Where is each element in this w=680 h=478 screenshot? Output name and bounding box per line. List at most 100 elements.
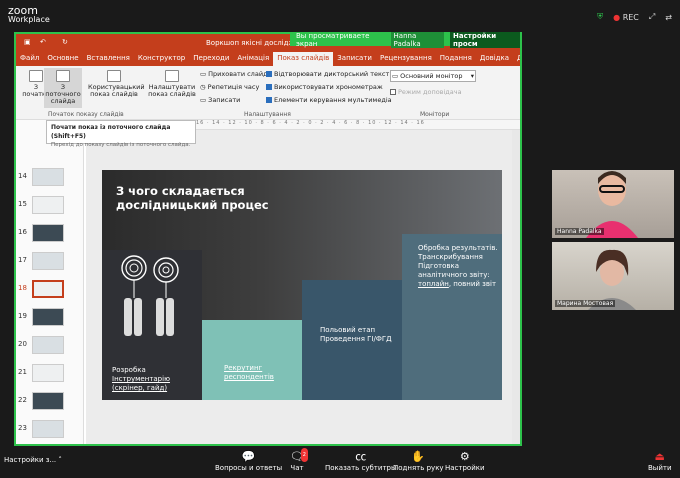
participant-strip: Hanna Padalka Марина Мостовая	[552, 170, 674, 310]
slide-number: 17	[18, 256, 27, 264]
slide-title: З чого складається дослідницький процес	[116, 184, 269, 212]
ribbon: З початку З поточного слайда Користуваць…	[16, 66, 520, 120]
step-4-block: Обробка результатів. Транскрибування Під…	[402, 234, 502, 400]
slide-thumbnail[interactable]	[32, 252, 64, 270]
leave-button[interactable]: ⏏ Выйти	[648, 450, 672, 472]
redo-icon[interactable]: ↻	[62, 38, 68, 46]
custom-show-button[interactable]: Користувацький показ слайдів	[88, 70, 145, 98]
ribbon-tabs: Файл Основне Вставлення Конструктор Переходи…	[16, 52, 520, 66]
slide-number: 14	[18, 172, 27, 180]
slide-number: 20	[18, 340, 27, 348]
ribbon-tab[interactable]: Анімація	[233, 52, 273, 66]
fullscreen-icon[interactable]: ⤢	[649, 12, 655, 22]
group-label-setup: Налаштування	[244, 111, 291, 118]
ribbon-tab[interactable]: Файл	[16, 52, 43, 66]
settings-menu-button[interactable]: Настройки з... ˄	[4, 456, 62, 464]
shared-screen: ▣ ↶ ↻ Воркшоп якісні дослідже Файл Основн…	[14, 32, 522, 446]
slideshow-icon	[29, 70, 43, 82]
group-label-monitors: Монітори	[420, 111, 450, 118]
shield-icon: ⛨	[597, 12, 604, 21]
slide-thumbnail[interactable]	[32, 392, 64, 410]
slide-thumbnail[interactable]	[32, 420, 64, 438]
monitor-select[interactable]: ▭ Основний монітор ▾	[390, 70, 476, 82]
use-timings-checkbox[interactable]: Використовувати хронометраж	[266, 83, 383, 91]
ribbon-tab[interactable]: Допомо	[513, 52, 520, 66]
participant-name-2: Марина Мостовая	[555, 300, 616, 307]
gear-icon: ⚙	[459, 450, 470, 463]
rehearse-button[interactable]: ◷ Репетиція часу	[200, 83, 259, 91]
hand-icon: ✋	[411, 450, 426, 463]
step-1-link[interactable]: Інструментарію (скрінер, гайд)	[112, 375, 170, 392]
hide-slide-button[interactable]: ▭ Приховати слайд	[200, 70, 268, 78]
ribbon-tab[interactable]: Довідка	[476, 52, 513, 66]
chat-badge: 2	[300, 448, 308, 462]
slide-number: 21	[18, 368, 27, 376]
slide-thumbnail[interactable]	[32, 196, 64, 214]
participant-name-1: Hanna Padalka	[555, 228, 604, 235]
captions-button[interactable]: ㏄ Показать субтитры	[325, 450, 397, 472]
presenter-name: Hanna Padalka	[390, 31, 445, 48]
ribbon-tab[interactable]: Вставлення	[83, 52, 134, 66]
from-current-button[interactable]: З поточного слайда	[44, 68, 82, 108]
slide-thumbnail-pane[interactable]: 1415161718192021222324	[16, 120, 84, 444]
tooltip: Почати показ із поточного слайда (Shift+…	[46, 120, 196, 148]
raise-hand-button[interactable]: ✋ Поднять руку	[393, 450, 444, 472]
play-narrations-checkbox[interactable]: Відтворювати дикторський текст	[266, 70, 389, 78]
slide: Розробка Інструментарію (скрінер, гайд) …	[102, 170, 502, 400]
setup-show-button[interactable]: Налаштувати показ слайдів	[146, 70, 198, 98]
step-3-label: Польовий етап Проведення ГІ/ФГД	[320, 326, 392, 343]
step-3-block: Польовий етап Проведення ГІ/ФГД	[302, 280, 402, 400]
step-4-link[interactable]: топлайн	[418, 280, 449, 288]
chevron-down-icon: ▾	[470, 72, 474, 80]
ribbon-tab[interactable]: Записати	[333, 52, 376, 66]
step-1-block: Розробка Інструментарію (скрінер, гайд)	[102, 250, 202, 400]
record-button[interactable]: ▭ Записати	[200, 96, 240, 104]
cc-icon: ㏄	[355, 450, 367, 463]
media-controls-checkbox[interactable]: Елементи керування мультимедіа	[266, 96, 392, 104]
group-label-start: Початок показу слайдів	[48, 111, 124, 118]
art-figures-icon	[121, 255, 179, 336]
slide-number: 23	[18, 424, 27, 432]
slide-number: 15	[18, 200, 27, 208]
slide-number: 19	[18, 312, 27, 320]
chevron-up-icon: ˄	[58, 456, 62, 464]
step-2-label[interactable]: Рекрутинг респондентів	[224, 364, 294, 382]
vertical-scrollbar[interactable]	[512, 130, 520, 444]
ribbon-tab[interactable]: Подання	[436, 52, 476, 66]
chat-button[interactable]: 🗨 2 Чат	[290, 448, 308, 472]
view-options-button[interactable]: Настройки просм	[450, 31, 521, 48]
swap-icon[interactable]: ⇄	[665, 13, 672, 22]
settings-button[interactable]: ⚙ Настройки	[445, 450, 485, 472]
slide-number: 22	[18, 396, 27, 404]
slide-thumbnail[interactable]	[32, 224, 64, 242]
record-icon: ▭	[200, 96, 207, 104]
exit-icon: ⏏	[654, 450, 665, 463]
ribbon-tab[interactable]: Конструктор	[134, 52, 189, 66]
slide-number: 18	[18, 284, 27, 292]
presenter-view-checkbox[interactable]: Режим доповідача	[390, 88, 462, 96]
ribbon-tab[interactable]: Переходи	[189, 52, 233, 66]
zoom-status-icons: ⛨ ● REC ⤢ ⇄	[597, 12, 672, 22]
slide-canvas[interactable]: Розробка Інструментарію (скрінер, гайд) …	[86, 130, 516, 444]
document-title: Воркшоп якісні дослідже	[206, 39, 300, 47]
step-2-block: Рекрутинг респондентів	[202, 320, 302, 400]
ribbon-tab[interactable]: Рецензування	[376, 52, 436, 66]
ribbon-tab[interactable]: Показ слайдів	[273, 52, 334, 66]
slide-thumbnail[interactable]	[32, 364, 64, 382]
step-4-label: Обробка результатів. Транскрибування Під…	[418, 244, 498, 279]
video-tile-1[interactable]: Hanna Padalka	[552, 170, 674, 238]
setup-icon	[165, 70, 179, 82]
ribbon-tab[interactable]: Основне	[43, 52, 82, 66]
slide-thumbnail[interactable]	[32, 280, 64, 298]
slide-thumbnail[interactable]	[32, 168, 64, 186]
undo-icon[interactable]: ↶	[40, 38, 46, 46]
save-icon[interactable]: ▣	[24, 38, 31, 46]
zoom-logo: zoom Workplace	[8, 4, 50, 24]
slide-thumbnail[interactable]	[32, 308, 64, 326]
video-tile-2[interactable]: Марина Мостовая	[552, 242, 674, 310]
slideshow-current-icon	[56, 70, 70, 82]
qa-icon: 💬	[241, 450, 256, 463]
slide-thumbnail[interactable]	[32, 336, 64, 354]
qa-button[interactable]: 💬 Вопросы и ответы	[215, 450, 282, 472]
step-1-label: Розробка	[112, 366, 146, 374]
